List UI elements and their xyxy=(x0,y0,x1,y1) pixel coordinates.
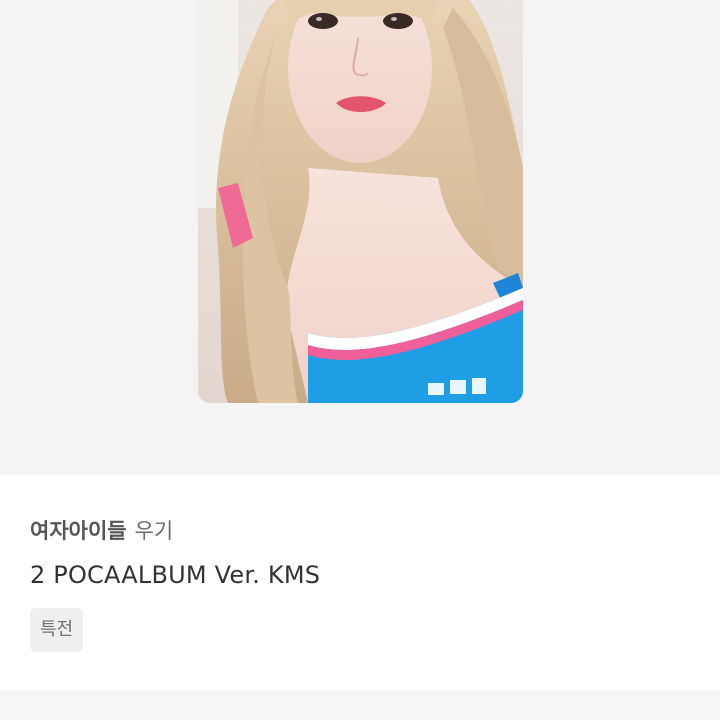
tag-badge[interactable]: 특전 xyxy=(30,608,84,652)
section-divider xyxy=(0,690,720,720)
artist-line: 여자아이들 우기 xyxy=(30,517,173,545)
member-name[interactable]: 우기 xyxy=(135,519,174,543)
product-info: 여자아이들 우기 2 POCAALBUM Ver. KMS 특전 xyxy=(0,475,720,690)
product-detail-page: 여자아이들 우기 2 POCAALBUM Ver. KMS 특전 xyxy=(0,0,720,720)
photocard-image[interactable] xyxy=(198,0,523,403)
group-name[interactable]: 여자아이들 xyxy=(30,519,127,543)
product-title: 2 POCAALBUM Ver. KMS xyxy=(30,561,321,589)
product-image-area xyxy=(0,0,720,475)
